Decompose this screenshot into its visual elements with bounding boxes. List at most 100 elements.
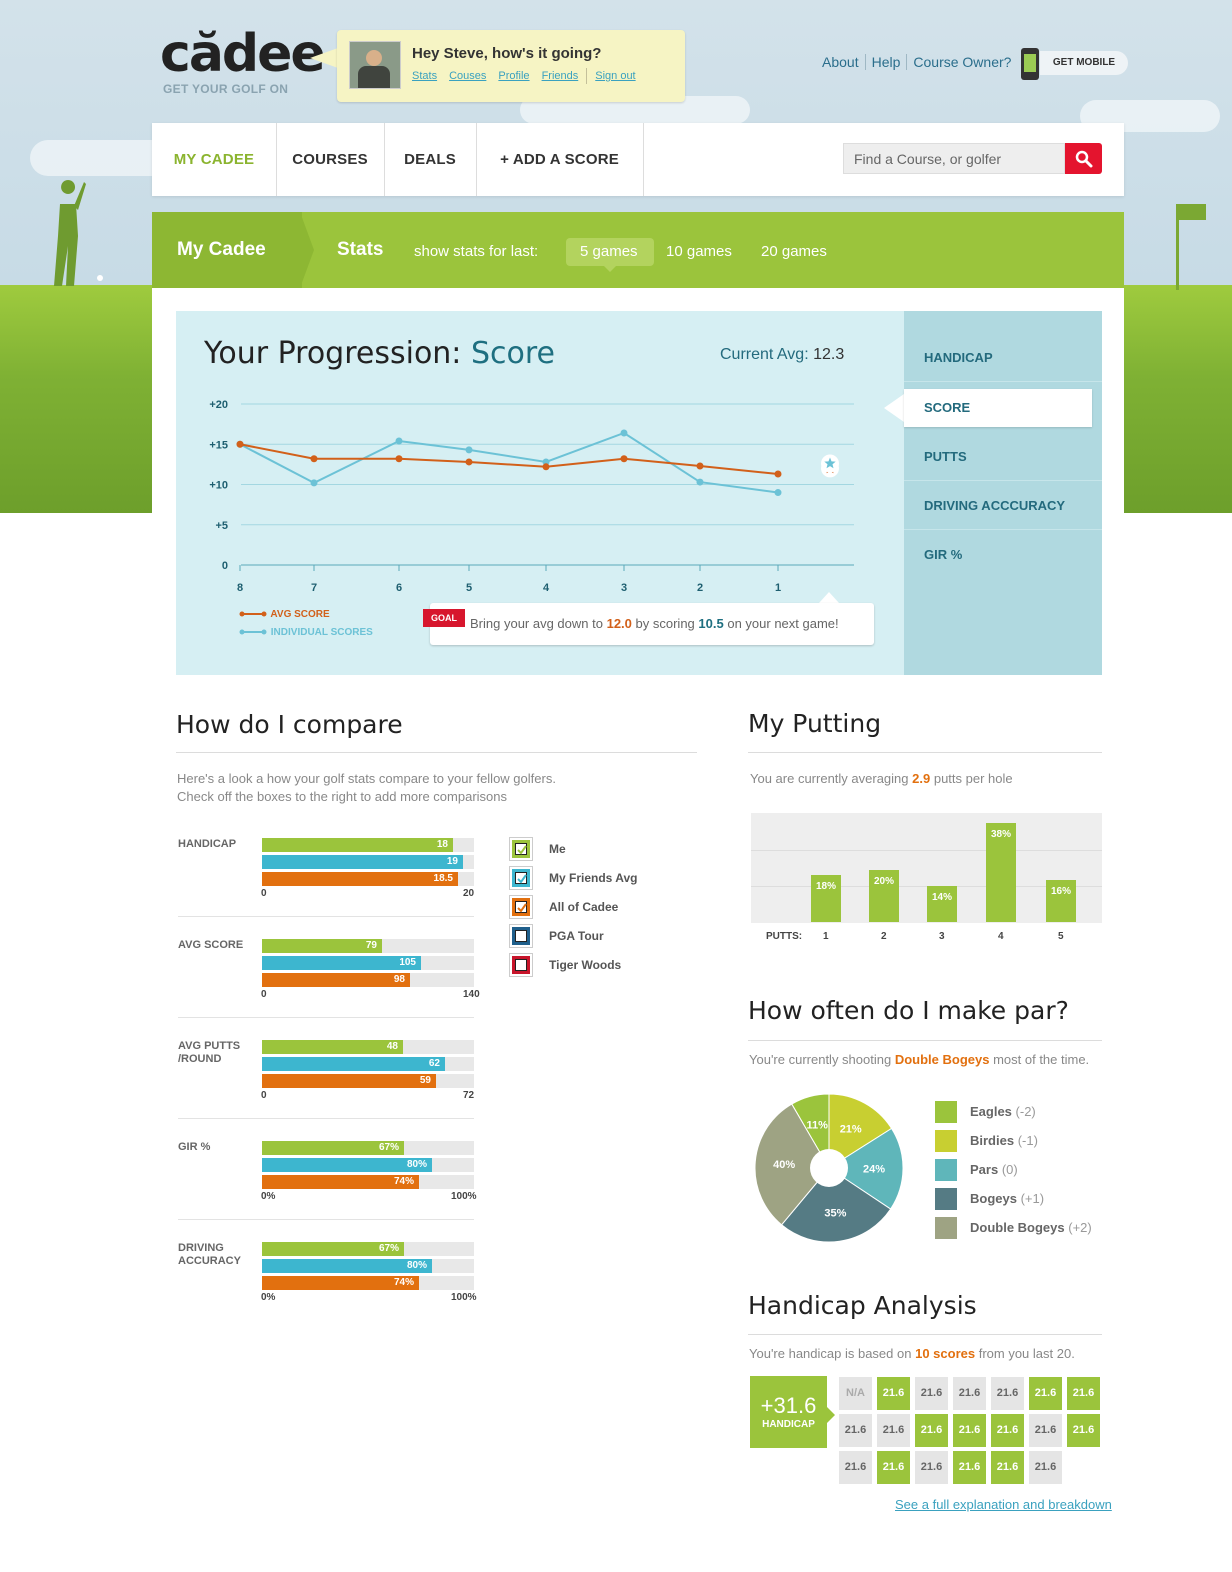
legend-individual-label: INDIVIDUAL SCORES (270, 627, 373, 638)
compare-label: DRIVING ACCURACY (178, 1242, 241, 1267)
axis-min: 0 (261, 989, 267, 1000)
checkbox-label: Me (549, 842, 566, 856)
handicap-value: +31.6 (760, 1393, 817, 1418)
putting-x-label: 2 (881, 931, 887, 942)
goal-text-b: by scoring (635, 616, 695, 631)
compare-bar: 74% (262, 1276, 419, 1290)
par-pie-chart: 11% 21% 24% 35% 40% (754, 1093, 904, 1243)
handicap-description: You're handicap is based on 10 scores fr… (749, 1345, 1075, 1363)
menu-score[interactable]: SCORE (904, 389, 1092, 427)
checkbox-me[interactable] (510, 838, 532, 860)
nav-courses[interactable]: COURSES (276, 123, 385, 196)
link-couses[interactable]: Couses (449, 70, 486, 82)
pie-slice-label: 21% (840, 1124, 862, 1136)
handicap-desc-b: from you last 20. (978, 1346, 1075, 1361)
menu-putts[interactable]: PUTTS (904, 433, 1102, 481)
axis-min: 0% (261, 1292, 276, 1303)
top-link-course-owner[interactable]: Course Owner? (907, 54, 1017, 70)
x-tick-label: 8 (237, 582, 243, 594)
legend-label: Birdies (-1) (970, 1133, 1038, 1148)
nav-add-score[interactable]: + ADD A SCORE (476, 123, 644, 196)
checkbox-my-friends-avg[interactable] (510, 867, 532, 889)
search-button[interactable] (1065, 143, 1102, 174)
menu-gir[interactable]: GIR % (904, 531, 1102, 579)
checkbox-all-of-cadee[interactable] (510, 896, 532, 918)
range-10-games[interactable]: 10 games (666, 243, 732, 260)
legend-label: Bogeys (+1) (970, 1191, 1045, 1206)
legend-swatch (935, 1217, 957, 1239)
putting-bar: 38% (986, 823, 1016, 922)
menu-driving-accuracy[interactable]: DRIVING ACCCURACY (904, 482, 1102, 530)
axis-max: 100% (451, 1292, 477, 1303)
search-input[interactable]: Find a Course, or golfer (843, 143, 1065, 174)
divider (748, 1334, 1102, 1335)
goal-target-score: 10.5 (698, 616, 724, 631)
compare-desc-line-2: Check off the boxes to the right to add … (177, 789, 507, 804)
breadcrumb-chevron (300, 212, 314, 288)
goal-callout: Bring your avg down to 12.0 by scoring 1… (430, 603, 874, 645)
checkbox-pga-tour[interactable] (510, 925, 532, 947)
handicap-score-cell: 21.6 (915, 1377, 948, 1410)
y-tick-label: +20 (209, 399, 228, 411)
divider (748, 752, 1102, 753)
handicap-title: Handicap Analysis (748, 1291, 977, 1320)
legend-delta: (0) (1001, 1162, 1018, 1177)
range-20-games[interactable]: 20 games (761, 243, 827, 260)
breadcrumb-stats: Stats (337, 239, 384, 260)
putting-x-label: 5 (1058, 931, 1064, 942)
checkbox-label: PGA Tour (549, 929, 604, 943)
nav-deals[interactable]: DEALS (384, 123, 477, 196)
putting-x-label: 4 (998, 931, 1004, 942)
compare-bar: 19 (262, 855, 463, 869)
putting-desc-b: putts per hole (933, 771, 1013, 786)
checkmark-icon (517, 903, 527, 913)
flag-pin-icon (1176, 204, 1206, 290)
phone-icon[interactable] (1021, 48, 1039, 80)
menu-handicap[interactable]: HANDICAP (904, 334, 1102, 382)
checkmark-icon (517, 845, 527, 855)
top-link-about[interactable]: About (816, 54, 866, 70)
breadcrumb-my-cadee[interactable]: My Cadee (177, 239, 266, 261)
legend-avg-score: AVG SCORE (238, 609, 330, 620)
handicap-score-cell: 21.6 (953, 1451, 986, 1484)
series-line (239, 443, 779, 476)
legend-delta: (-1) (1017, 1133, 1038, 1148)
link-sign-out[interactable]: Sign out (595, 70, 635, 82)
par-value: Double Bogeys (894, 1052, 990, 1067)
handicap-score-cell: 21.6 (1029, 1377, 1062, 1410)
y-tick-label: +5 (215, 520, 228, 532)
avatar[interactable] (349, 41, 401, 89)
link-friends[interactable]: Friends (542, 70, 579, 82)
compare-bar: 67% (262, 1141, 404, 1155)
data-point (465, 458, 473, 466)
full-explanation-link[interactable]: See a full explanation and breakdown (895, 1497, 1112, 1512)
data-point (395, 455, 403, 463)
putting-title: My Putting (748, 709, 882, 738)
handicap-desc-a: You're handicap is based on (749, 1346, 912, 1361)
data-point (774, 470, 782, 478)
top-link-help[interactable]: Help (865, 54, 908, 70)
legend-avg-label: AVG SCORE (270, 609, 330, 620)
checkbox-tiger-woods[interactable] (510, 954, 532, 976)
speech-bubble-tail (310, 48, 338, 68)
axis-max: 20 (463, 888, 475, 899)
compare-label: GIR % (178, 1141, 211, 1153)
legend-swatch (935, 1159, 957, 1181)
handicap-score-cell: 21.6 (839, 1451, 872, 1484)
link-profile[interactable]: Profile (498, 70, 529, 82)
compare-label: HANDICAP (178, 838, 237, 850)
x-tick-label: 3 (621, 582, 627, 594)
compare-bar: 79 (262, 939, 382, 953)
compare-bar: 62 (262, 1057, 445, 1071)
legend-avg-line-icon (239, 611, 267, 617)
legend-swatch (935, 1130, 957, 1152)
get-mobile-button[interactable]: GET MOBILE (1040, 51, 1128, 75)
pie-slice-label: 11% (807, 1120, 829, 1132)
nav-my-cadee[interactable]: MY CADEE (152, 123, 277, 196)
link-stats[interactable]: Stats (412, 70, 437, 82)
putting-avg-value: 2.9 (912, 771, 931, 786)
range-5-games[interactable]: 5 games (580, 243, 638, 260)
logo[interactable]: cădee (160, 24, 326, 84)
legend-label: Double Bogeys (+2) (970, 1220, 1092, 1235)
compare-title: How do I compare (176, 710, 403, 739)
